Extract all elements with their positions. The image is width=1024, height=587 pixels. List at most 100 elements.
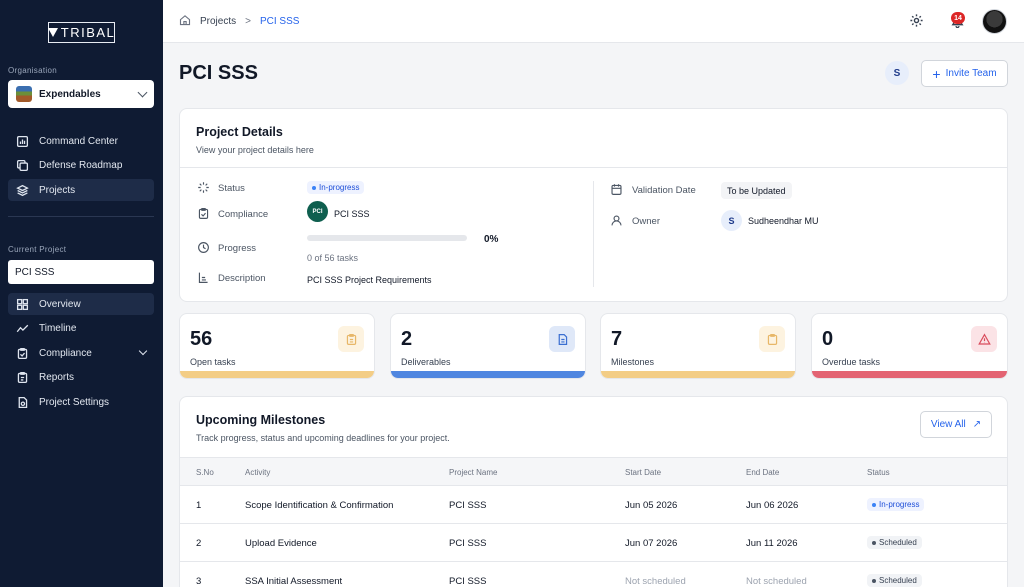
stat-card-overdue-tasks[interactable]: 0 Overdue tasks — [811, 313, 1008, 379]
table-row[interactable]: 3 SSA Initial Assessment PCI SSS Not sch… — [180, 562, 1007, 587]
trend-icon — [15, 322, 29, 336]
report-icon — [15, 371, 29, 385]
cell-sno: 3 — [196, 576, 202, 587]
layers-icon — [15, 183, 29, 197]
organisation-select[interactable]: Expendables — [8, 80, 154, 108]
clipboard-check-icon — [15, 346, 29, 360]
cell-sno: 2 — [196, 538, 202, 549]
nav-label: Overview — [39, 298, 81, 310]
calendar-icon — [610, 183, 623, 196]
cell-start-date: Jun 05 2026 — [625, 500, 678, 511]
cell-start-date: Jun 07 2026 — [625, 538, 678, 549]
stat-color-bar — [812, 371, 1007, 378]
cell-project: PCI SSS — [449, 576, 487, 587]
nav-timeline[interactable]: Timeline — [8, 318, 154, 340]
grid-icon — [15, 297, 29, 311]
cell-end-date: Jun 11 2026 — [746, 538, 798, 549]
clipboard-check-icon — [197, 207, 210, 220]
stat-value: 0 — [822, 328, 834, 350]
invite-team-button[interactable]: + Invite Team — [921, 60, 1008, 87]
status-dot — [872, 540, 876, 545]
organisation-value: Expendables — [39, 88, 101, 100]
progress-bar — [307, 235, 467, 241]
owner-label: Owner — [632, 216, 660, 227]
nav-project-settings[interactable]: Project Settings — [8, 391, 154, 413]
status-badge: Scheduled — [867, 574, 922, 587]
notification-count-badge: 14 — [951, 12, 965, 24]
cell-end-date: Jun 06 2026 — [746, 500, 799, 511]
nav-label: Timeline — [39, 323, 77, 334]
stat-value: 56 — [190, 328, 213, 350]
tribal-logo[interactable]: TRIBAL — [47, 22, 115, 43]
stat-card-milestones[interactable]: 7 Milestones — [600, 313, 796, 379]
column-header: Start Date — [625, 468, 662, 477]
description-icon — [197, 271, 210, 284]
validation-date-label: Validation Date — [632, 185, 696, 196]
user-avatar[interactable] — [982, 9, 1007, 34]
sidebar: TRIBAL Organisation Expendables Command … — [0, 0, 163, 587]
breadcrumb-current: PCI SSS — [259, 16, 300, 27]
table-row[interactable]: 2 Upload Evidence PCI SSS Jun 07 2026 Ju… — [180, 524, 1007, 562]
details-column-divider — [593, 181, 594, 287]
breadcrumb-projects[interactable]: Projects — [200, 16, 236, 27]
chevron-down-icon — [138, 346, 148, 356]
stat-label: Milestones — [611, 357, 655, 367]
stat-color-bar — [391, 371, 585, 378]
column-header: Project Name — [449, 468, 498, 477]
user-icon — [610, 214, 623, 227]
cell-project: PCI SSS — [449, 500, 487, 511]
project-nav: Overview Timeline Compliance Reports Pro… — [8, 293, 154, 416]
gear-icon[interactable] — [909, 13, 924, 31]
nav-compliance[interactable]: Compliance — [8, 342, 154, 364]
card-divider — [180, 167, 1007, 168]
nav-label: Projects — [39, 184, 76, 196]
status-text: Scheduled — [879, 576, 917, 585]
project-details-subtitle: View your project details here — [196, 145, 314, 155]
cell-activity: SSA Initial Assessment — [245, 576, 343, 587]
clipboard-icon — [338, 326, 364, 352]
stat-label: Overdue tasks — [822, 357, 881, 367]
team-member-avatar[interactable]: S — [885, 61, 909, 85]
stat-value: 7 — [611, 328, 623, 350]
nav-reports[interactable]: Reports — [8, 367, 154, 389]
status-dot — [312, 185, 316, 190]
document-icon — [549, 326, 575, 352]
stat-label: Open tasks — [190, 357, 236, 367]
progress-tasks: 0 of 56 tasks — [307, 253, 359, 263]
breadcrumb-separator-icon: > — [245, 16, 251, 27]
current-project-select[interactable]: PCI SSS — [8, 260, 154, 284]
column-header: Activity — [245, 468, 271, 477]
status-dot — [872, 578, 876, 583]
loader-icon — [197, 181, 210, 194]
stat-card-deliverables[interactable]: 2 Deliverables — [390, 313, 586, 379]
stat-card-open-tasks[interactable]: 56 Open tasks — [179, 313, 375, 379]
stat-color-bar — [180, 371, 374, 378]
nav-overview[interactable]: Overview — [8, 293, 154, 315]
nav-command-center[interactable]: Command Center — [8, 130, 154, 152]
chart-box-icon — [15, 134, 29, 148]
column-header: Status — [867, 468, 890, 477]
organisation-label: Organisation — [8, 66, 57, 75]
sidebar-divider — [8, 216, 154, 217]
warning-icon — [971, 326, 997, 352]
status-badge: Scheduled — [867, 536, 922, 549]
description-label: Description — [218, 273, 266, 284]
nav-defense-roadmap[interactable]: Defense Roadmap — [8, 155, 154, 177]
cell-start-date: Not scheduled — [625, 576, 686, 587]
breadcrumb: Projects > PCI SSS — [179, 14, 299, 29]
status-text: Scheduled — [879, 538, 917, 547]
view-all-button[interactable]: View All ↗ — [920, 411, 992, 438]
table-row[interactable]: 1 Scope Identification & Confirmation PC… — [180, 486, 1007, 524]
nav-label: Reports — [39, 372, 75, 383]
nav-projects[interactable]: Projects — [8, 179, 154, 201]
main-nav: Command Center Defense Roadmap Projects — [8, 130, 154, 204]
stat-color-bar — [601, 371, 795, 378]
nav-label: Compliance — [39, 347, 92, 359]
logo-triangle-icon — [47, 28, 58, 37]
nav-label: Command Center — [39, 135, 118, 147]
clock-icon — [197, 241, 210, 254]
cell-activity: Upload Evidence — [245, 538, 317, 549]
progress-percent: 0% — [484, 234, 499, 245]
progress-label: Progress — [218, 243, 257, 254]
home-icon[interactable] — [179, 14, 191, 29]
